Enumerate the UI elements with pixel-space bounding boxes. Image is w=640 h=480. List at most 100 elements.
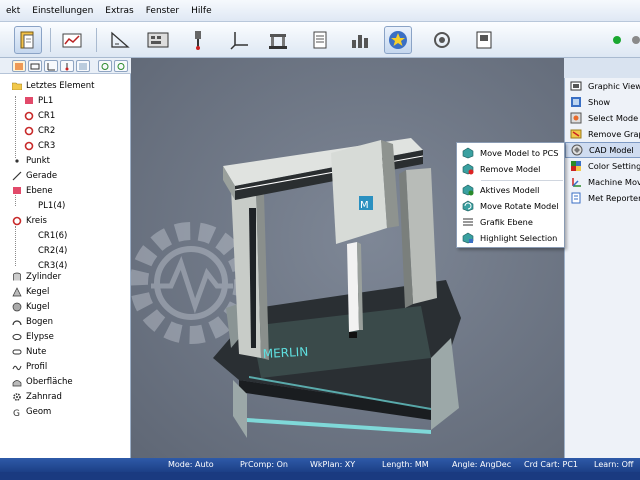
tree-item-cr3[interactable]: CR3	[24, 138, 55, 153]
ellipse-icon	[12, 333, 22, 340]
tree-item-kegel[interactable]: Kegel	[12, 284, 49, 299]
screen-button[interactable]	[470, 26, 498, 54]
tree-item-zylinder[interactable]: Zylinder	[12, 269, 61, 284]
ctx-move-model-to-pcs[interactable]: Move Model to PCS	[457, 145, 566, 161]
document-icon	[20, 31, 34, 49]
cad-model-context-menu: Move Model to PCS Remove Model Aktives M…	[456, 142, 565, 248]
probe-tab-icon	[65, 62, 69, 70]
tree-item-pl1-4[interactable]: PL1(4)	[24, 198, 65, 213]
refresh-button[interactable]	[428, 26, 456, 54]
machine-button[interactable]	[264, 26, 292, 54]
tree-label: CR3	[38, 140, 56, 151]
status-wkplan: WkPlan: XY	[310, 460, 356, 469]
tree-item-letztes-element[interactable]: Letztes Element	[12, 78, 95, 93]
tree-item-ebene[interactable]: Ebene	[12, 183, 53, 198]
arc-icon	[12, 319, 22, 325]
circle-icon	[24, 141, 34, 150]
tab-circle-1[interactable]	[98, 60, 112, 72]
tree-item-punkt[interactable]: Punkt	[12, 153, 50, 168]
right-menu-machine-move[interactable]: Machine Move	[565, 174, 640, 190]
tree-item-bogen[interactable]: Bogen	[12, 314, 53, 329]
cad-model-icon	[571, 144, 583, 156]
tree-label: Kugel	[26, 301, 50, 312]
tree-item-kugel[interactable]: Kugel	[12, 299, 50, 314]
chart-button[interactable]	[346, 26, 374, 54]
menu-label: Remove Graph	[588, 129, 640, 139]
tree-item-nute[interactable]: Nute	[12, 344, 46, 359]
right-menu-color-setting[interactable]: Color Setting	[565, 158, 640, 174]
menu-item-einstellungen[interactable]: Einstellungen	[26, 6, 99, 16]
tree-item-kreis[interactable]: Kreis	[12, 213, 47, 228]
circle-icon	[24, 126, 34, 135]
status-prcomp: PrComp: On	[240, 460, 288, 469]
right-menu-remove-graph[interactable]: Remove Graph	[565, 126, 640, 142]
circle-tab-icon	[101, 62, 109, 70]
tree-item-zahnrad[interactable]: Zahnrad	[12, 389, 62, 404]
right-menu-show[interactable]: Show	[565, 94, 640, 110]
status-led-gray-icon	[632, 36, 640, 44]
rotate-model-icon	[462, 200, 474, 212]
refresh-icon	[434, 32, 450, 48]
tab-programs[interactable]	[28, 60, 42, 72]
tree-item-geom[interactable]: G Geom	[12, 404, 51, 419]
tree-label: PL1(4)	[38, 200, 66, 211]
report-button[interactable]	[306, 26, 334, 54]
tree-item-cr1[interactable]: CR1	[24, 108, 55, 123]
tree-item-elypse[interactable]: Elypse	[12, 329, 54, 344]
status-length: Length: MM	[382, 460, 429, 469]
remove-model-icon	[462, 163, 474, 175]
tree-item-profil[interactable]: Profil	[12, 359, 47, 374]
circle-icon	[12, 216, 22, 225]
tab-probes[interactable]	[60, 60, 74, 72]
menu-item-hilfe[interactable]: Hilfe	[185, 6, 217, 16]
ctx-aktives-modell[interactable]: Aktives Modell	[457, 182, 566, 198]
tree-item-pl1[interactable]: PL1	[24, 93, 53, 108]
graphic-viewport[interactable]: M MERLIN	[131, 58, 564, 458]
ctx-grafik-ebene[interactable]: Grafik Ebene	[457, 214, 566, 230]
geom-icon: G	[13, 409, 20, 417]
tab-views[interactable]	[76, 60, 90, 72]
tab-elements[interactable]	[12, 60, 26, 72]
select-mode-icon	[570, 112, 582, 124]
right-menu-met-reporter[interactable]: Met Reporter	[565, 190, 640, 206]
watermark-gear-icon	[131, 222, 252, 344]
report-icon	[313, 31, 327, 49]
tree-label: Kreis	[26, 215, 47, 226]
right-menu-cad-model[interactable]: CAD Model	[565, 142, 640, 158]
menu-item-ekt[interactable]: ekt	[0, 6, 26, 16]
menu-item-extras[interactable]: Extras	[99, 6, 139, 16]
tab-circle-2[interactable]	[114, 60, 128, 72]
tab-tools[interactable]	[44, 60, 58, 72]
menu-label: Machine Move	[588, 177, 640, 187]
tree-label: Geom	[26, 406, 52, 417]
tree-item-cr2-4[interactable]: CR2(4)	[24, 243, 67, 258]
surface-icon	[12, 379, 22, 386]
tree-item-gerade[interactable]: Gerade	[12, 168, 57, 183]
axes-button[interactable]	[226, 26, 254, 54]
folder-icon	[12, 82, 22, 90]
keyboard-icon	[147, 32, 169, 48]
menu-item-fenster[interactable]: Fenster	[140, 6, 185, 16]
keyboard-button[interactable]	[144, 26, 172, 54]
star-button[interactable]	[384, 26, 412, 54]
active-model-icon	[462, 184, 474, 196]
right-menu-select-mode[interactable]: Select Mode	[565, 110, 640, 126]
main-toolbar	[0, 22, 640, 58]
ctx-remove-model[interactable]: Remove Model	[457, 161, 566, 177]
graph-button[interactable]	[58, 26, 86, 54]
right-menu-graphic-view[interactable]: Graphic View	[565, 78, 640, 94]
menu-label: Graphic View	[588, 81, 640, 91]
triangle-button[interactable]	[106, 26, 134, 54]
highlight-icon	[462, 232, 474, 244]
document-button[interactable]	[14, 26, 42, 54]
probe-button[interactable]	[184, 26, 212, 54]
tree-item-oberflaeche[interactable]: Oberfläche	[12, 374, 73, 389]
menu-label: Remove Model	[480, 164, 541, 174]
tree-item-cr2[interactable]: CR2	[24, 123, 55, 138]
ctx-move-rotate-model[interactable]: Move Rotate Model	[457, 198, 566, 214]
plane-icon	[13, 187, 21, 194]
ctx-highlight-selection[interactable]: Highlight Selection	[457, 230, 566, 246]
tree-item-cr1-6[interactable]: CR1(6)	[24, 228, 67, 243]
tree-label: CR1	[38, 110, 56, 121]
status-mode: Mode: Auto	[168, 460, 214, 469]
